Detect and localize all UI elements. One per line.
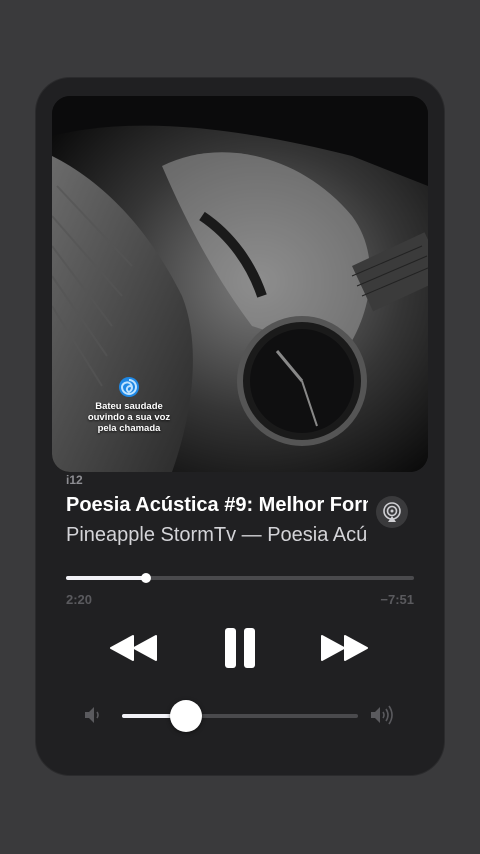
story-sticker: Bateu saudade ouvindo a sua voz pela cha… bbox=[84, 376, 174, 434]
volume-slider[interactable] bbox=[122, 700, 358, 732]
playback-progress-fill bbox=[66, 576, 147, 580]
speaker-low-icon bbox=[85, 707, 99, 723]
elapsed-time: 2:20 bbox=[66, 592, 93, 607]
play-pause-button[interactable] bbox=[216, 624, 264, 672]
source-label: i12 bbox=[66, 473, 83, 487]
airplay-button[interactable] bbox=[376, 496, 408, 528]
next-track-button[interactable] bbox=[316, 624, 372, 672]
track-title[interactable]: Poesia Acústica #9: Melhor Forma bbox=[66, 494, 368, 517]
rewind-icon bbox=[110, 635, 157, 661]
now-playing-card: Bateu saudade ouvindo a sua voz pela cha… bbox=[36, 78, 444, 775]
sticker-line-3: pela chamada bbox=[97, 423, 161, 434]
playback-controls bbox=[36, 624, 444, 672]
pause-icon bbox=[225, 628, 255, 668]
volume-slider-knob[interactable] bbox=[169, 700, 202, 732]
airplay-icon bbox=[383, 502, 401, 522]
swirl-icon bbox=[119, 377, 139, 397]
playback-scrubber-knob[interactable] bbox=[141, 573, 152, 583]
fast-forward-icon bbox=[321, 635, 368, 661]
sticker-line-2: ouvindo a sua voz bbox=[87, 412, 171, 423]
playback-scrubber[interactable] bbox=[66, 573, 414, 583]
track-artist[interactable]: Pineapple StormTv — Poesia Acústica bbox=[66, 524, 368, 547]
remaining-time: −7:51 bbox=[380, 592, 414, 607]
sticker-line-1: Bateu saudade bbox=[95, 401, 163, 412]
previous-track-button[interactable] bbox=[106, 624, 162, 672]
album-artwork: Bateu saudade ouvindo a sua voz pela cha… bbox=[52, 96, 428, 472]
speaker-high-icon bbox=[371, 705, 393, 725]
